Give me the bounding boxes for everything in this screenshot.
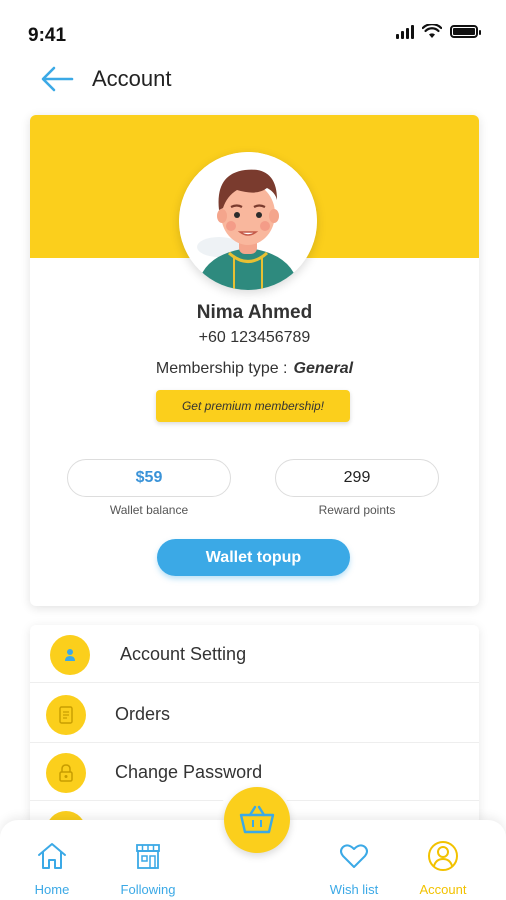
avatar <box>179 152 317 290</box>
header: Account <box>0 56 506 104</box>
user-phone: +60 123456789 <box>198 329 311 346</box>
reward-points-label: Reward points <box>318 503 396 517</box>
membership-value: General <box>293 360 354 377</box>
basket-icon <box>239 805 275 834</box>
account-icon <box>403 840 483 872</box>
wallet-balance-value: $59 <box>67 459 231 497</box>
wallet-balance-label: Wallet balance <box>109 503 189 517</box>
nav-label: Home <box>34 882 70 897</box>
membership-row: Membership type : General <box>30 360 479 378</box>
status-bar: 9:41 <box>0 0 506 60</box>
back-button[interactable] <box>40 64 76 94</box>
nav-following[interactable]: Following <box>108 840 188 897</box>
nav-label: Wish list <box>329 882 379 897</box>
status-time: 9:41 <box>28 25 67 46</box>
battery-icon <box>450 25 481 38</box>
heart-icon <box>314 840 394 872</box>
status-icons <box>396 24 481 39</box>
menu-label: Change Password <box>115 762 263 782</box>
page-title: Account <box>92 66 172 91</box>
user-name: Nima Ahmed <box>196 302 313 323</box>
store-icon <box>108 840 188 872</box>
nav-home[interactable]: Home <box>12 840 92 897</box>
signal-icon <box>396 24 414 39</box>
menu-item-orders[interactable]: Orders <box>30 685 479 743</box>
nav-label: Account <box>419 882 467 897</box>
profile-card: Nima Ahmed +60 123456789 Membership type… <box>30 115 479 606</box>
wifi-icon <box>422 24 442 38</box>
cart-button[interactable] <box>224 787 290 853</box>
home-icon <box>12 840 92 872</box>
document-icon <box>46 695 86 735</box>
avatar-illustration <box>179 152 317 290</box>
lock-icon <box>46 753 86 793</box>
premium-membership-button[interactable]: Get premium membership! <box>156 390 350 422</box>
nav-account[interactable]: Account <box>403 840 483 897</box>
menu-label: Account Setting <box>120 644 247 664</box>
wallet-topup-button[interactable]: Wallet topup <box>157 539 350 576</box>
nav-label: Following <box>120 882 176 897</box>
user-icon <box>50 635 90 675</box>
membership-label: Membership type : <box>155 360 288 377</box>
menu-label: Orders <box>115 704 171 724</box>
arrow-left-icon <box>41 66 74 92</box>
reward-points-value: 299 <box>275 459 439 497</box>
menu-item-account-setting[interactable]: Account Setting <box>30 625 479 683</box>
nav-wishlist[interactable]: Wish list <box>314 840 394 897</box>
